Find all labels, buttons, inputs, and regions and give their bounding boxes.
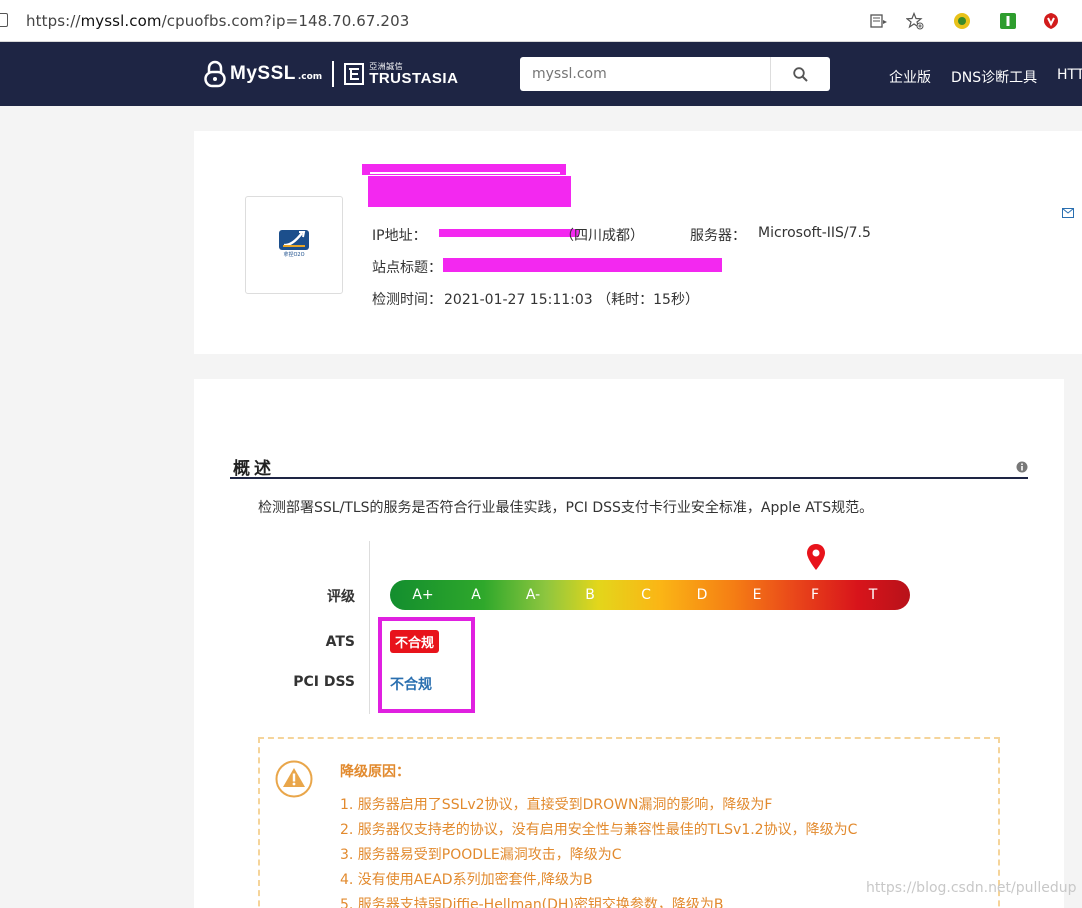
warning-icon xyxy=(275,760,313,802)
redaction-site-title xyxy=(443,258,722,272)
grade-t: T xyxy=(868,587,878,603)
overview-title: 概述 xyxy=(233,459,275,479)
address-bar[interactable]: https://myssl.com/cpuofbs.com?ip=148.70.… xyxy=(26,12,409,30)
logo-partner-text: TRUSTASIA xyxy=(369,70,459,87)
server-value: Microsoft-IIS/7.5 xyxy=(758,225,871,241)
nav-dns-tool[interactable]: DNS诊断工具 xyxy=(951,67,1037,87)
site-favicon: 拿捏O2O xyxy=(245,196,343,294)
server-label: 服务器： xyxy=(690,228,746,244)
extension-green-icon[interactable] xyxy=(998,11,1018,31)
downgrade-reason: 1. 服务器启用了SSLv2协议，直接受到DROWN漏洞的影响，降级为F xyxy=(340,797,773,813)
nav-enterprise[interactable]: 企业版 xyxy=(889,67,931,87)
highlight-box xyxy=(378,617,475,713)
extension-yellow-icon[interactable] xyxy=(952,11,972,31)
grade-e: E xyxy=(752,587,762,603)
ip-location: （四川成都） xyxy=(560,228,644,244)
site-logo-text: 拿捏O2O xyxy=(283,252,305,258)
redaction-ip xyxy=(439,229,579,237)
url-path: /cpuofbs.com?ip=148.70.67.203 xyxy=(161,12,410,30)
grade-scale: A+ A A- B C D E F T xyxy=(390,580,910,610)
scan-time-label: 检测时间： xyxy=(372,292,442,308)
downgrade-reason: 4. 没有使用AEAD系列加密套件,降级为B xyxy=(340,872,593,888)
rating-label: 评级 xyxy=(327,589,355,605)
grade-c: C xyxy=(641,587,651,603)
url-prefix: https:// xyxy=(26,12,81,30)
grade-a: A xyxy=(471,587,481,603)
reader-view-icon[interactable] xyxy=(869,11,889,31)
info-icon[interactable] xyxy=(1016,458,1028,477)
extension-shield-icon[interactable] xyxy=(1041,11,1061,31)
grade-a-minus: A- xyxy=(525,587,541,603)
logo-partner: 亞洲誠信 TRUSTASIA xyxy=(369,62,458,86)
scan-time-value: 2021-01-27 15:11:03 （耗时：15秒） xyxy=(444,292,699,308)
site-title-label: 站点标题： xyxy=(372,260,442,276)
redaction-stripe xyxy=(370,172,560,174)
grade-b: B xyxy=(585,587,595,603)
grade-a-plus: A+ xyxy=(408,587,438,603)
url-domain: myssl.com xyxy=(80,12,162,30)
downgrade-reason: 3. 服务器易受到POODLE漏洞攻击，降级为C xyxy=(340,847,622,863)
grade-pin-icon xyxy=(806,543,826,577)
ats-label: ATS xyxy=(325,634,355,650)
logo-divider xyxy=(332,61,335,87)
redaction-domain xyxy=(368,176,571,207)
site-logo-mark-icon xyxy=(279,230,309,250)
grade-f: F xyxy=(810,587,820,603)
pci-label: PCI DSS xyxy=(293,674,355,690)
lock-icon xyxy=(204,60,226,88)
watermark: https://blog.csdn.net/pulledup xyxy=(866,880,1077,896)
site-logo[interactable]: MySSL .com 亞洲誠信 TRUSTASIA xyxy=(204,60,458,88)
trustasia-emblem-icon xyxy=(344,63,365,85)
logo-brand: MySSL xyxy=(230,63,296,84)
mail-icon[interactable] xyxy=(1062,203,1074,222)
downgrade-title: 降级原因： xyxy=(340,764,410,780)
grade-a-plus-label: A+ xyxy=(412,587,434,603)
downgrade-reason: 2. 服务器仅支持老的协议，没有启用安全性与兼容性最佳的TLSv1.2协议，降级… xyxy=(340,822,858,838)
rating-divider xyxy=(369,541,370,714)
nav-http-tool[interactable]: HTT xyxy=(1057,67,1082,83)
overview-description: 检测部署SSL/TLS的服务是否符合行业最佳实践，PCI DSS支付卡行业安全标… xyxy=(258,500,874,516)
logo-suffix: .com xyxy=(297,71,323,82)
search-button[interactable] xyxy=(770,57,830,91)
ip-label: IP地址： xyxy=(372,228,427,244)
site-logo-image: 拿捏O2O xyxy=(278,229,310,261)
page-info-icon[interactable] xyxy=(0,13,8,27)
search-input[interactable] xyxy=(520,57,770,91)
overview-divider xyxy=(230,477,1028,479)
downgrade-reason: 5. 服务器支持弱Diffie-Hellman(DH)密钥交换参数，降级为B xyxy=(340,897,724,908)
grade-d: D xyxy=(696,587,708,603)
favorite-star-icon[interactable] xyxy=(905,11,925,31)
search-icon xyxy=(793,66,808,82)
